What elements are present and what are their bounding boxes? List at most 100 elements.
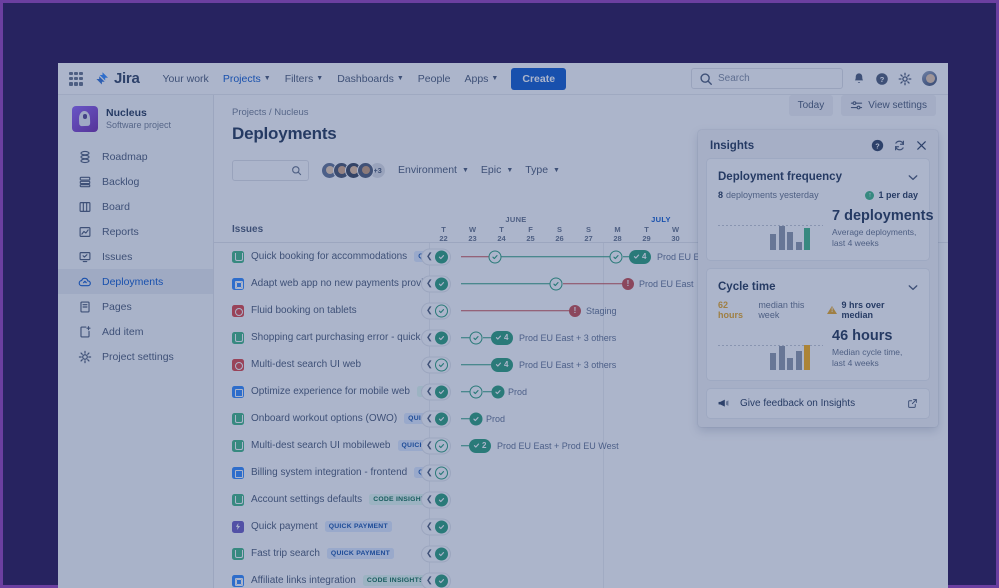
deployment-track[interactable]: ❮ xyxy=(421,513,948,540)
deployment-start-pill[interactable]: ❮ xyxy=(421,275,451,292)
app-switcher-icon[interactable] xyxy=(68,71,84,87)
chevron-down-icon[interactable] xyxy=(908,168,918,186)
deployment-node-success[interactable] xyxy=(434,331,448,344)
deployment-node-success[interactable] xyxy=(469,412,483,425)
assignee-avatar-stack[interactable]: +3 xyxy=(321,161,386,179)
deployment-track[interactable]: ❮ xyxy=(421,459,948,486)
deployment-start-pill[interactable]: ❮ xyxy=(421,356,451,373)
deployment-count-chip[interactable]: 4 xyxy=(629,249,652,264)
deployment-node-pending[interactable] xyxy=(434,466,448,479)
filter-epic[interactable]: Epic ▼ xyxy=(481,164,513,176)
notifications-icon[interactable] xyxy=(852,72,866,86)
deployment-node-success[interactable] xyxy=(434,493,448,506)
chevron-down-icon[interactable] xyxy=(908,278,918,296)
filter-environment[interactable]: Environment ▼ xyxy=(398,164,469,176)
deployment-track[interactable]: ❮ xyxy=(421,486,948,513)
deployment-start-pill[interactable]: ❮ xyxy=(421,383,451,400)
deployment-node-pending[interactable] xyxy=(609,250,623,263)
project-header[interactable]: Nucleus Software project xyxy=(58,106,213,144)
deployment-start-pill[interactable]: ❮ xyxy=(421,410,451,427)
deployment-node-success[interactable] xyxy=(434,385,448,398)
issue-cell[interactable]: Onboard workout options (OWO) QUICK I xyxy=(214,412,429,425)
sidebar-item-deployments[interactable]: Deployments xyxy=(58,269,213,294)
nav-filters[interactable]: Filters ▼ xyxy=(278,67,331,91)
issue-cell[interactable]: Fast trip search QUICK PAYMENT xyxy=(214,547,429,560)
deployment-start-pill[interactable]: ❮ xyxy=(421,248,451,265)
issue-search-input[interactable] xyxy=(232,159,309,181)
help-icon[interactable]: ? xyxy=(875,72,889,86)
issue-cell[interactable]: Shopping cart purchasing error - quick f… xyxy=(214,331,429,344)
table-row[interactable]: Billing system integration - frontend QU… xyxy=(214,459,948,486)
issue-cell[interactable]: Fluid booking on tablets xyxy=(214,304,429,317)
deployment-node-success[interactable] xyxy=(434,574,448,587)
deployment-start-pill[interactable]: ❮ xyxy=(421,518,451,535)
create-button[interactable]: Create xyxy=(511,67,567,90)
deployment-track[interactable]: ❮ 2 Prod EU East + Prod EU West xyxy=(421,432,948,459)
nav-projects[interactable]: Projects ▼ xyxy=(216,67,278,98)
insight-card-deployment-frequency[interactable]: Deployment frequency 8 deployments yeste… xyxy=(707,159,934,260)
issue-cell[interactable]: Adapt web app no new payments provider xyxy=(214,277,429,290)
view-settings-button[interactable]: View settings xyxy=(841,95,936,116)
deployment-node-success[interactable] xyxy=(434,277,448,290)
sidebar-item-backlog[interactable]: Backlog xyxy=(58,169,213,194)
deployment-node-success[interactable] xyxy=(434,412,448,425)
sidebar-item-pages[interactable]: Pages xyxy=(58,294,213,319)
nav-dashboards[interactable]: Dashboards ▼ xyxy=(330,67,411,91)
deployment-start-pill[interactable]: ❮ xyxy=(421,572,451,588)
table-row[interactable]: Fast trip search QUICK PAYMENT ❮ xyxy=(214,540,948,567)
close-icon[interactable] xyxy=(915,139,928,152)
deployment-start-pill[interactable]: ❮ xyxy=(421,302,451,319)
refresh-icon[interactable] xyxy=(893,139,906,152)
issue-cell[interactable]: Multi-dest search UI web xyxy=(214,358,429,371)
deployment-start-pill[interactable]: ❮ xyxy=(421,329,451,346)
table-row[interactable]: Quick payment QUICK PAYMENT ❮ xyxy=(214,513,948,540)
issue-cell[interactable]: Quick payment QUICK PAYMENT xyxy=(214,520,429,533)
deployment-count-chip[interactable]: 4 xyxy=(491,330,514,345)
insight-card-cycle-time[interactable]: Cycle time 62 hours median this week 9 h… xyxy=(707,268,929,380)
jira-logo[interactable]: Jira xyxy=(94,70,140,87)
issue-cell[interactable]: Quick booking for accommodations QUICK xyxy=(214,250,429,263)
global-search-input[interactable]: Search xyxy=(691,68,843,89)
table-row[interactable]: Affiliate links integration CODE INSIGHT… xyxy=(214,567,948,588)
nav-your-work[interactable]: Your work xyxy=(156,67,216,91)
deployment-start-pill[interactable]: ❮ xyxy=(421,437,451,454)
deployment-start-pill[interactable]: ❮ xyxy=(421,545,451,562)
sidebar-item-project-settings[interactable]: Project settings xyxy=(58,344,213,369)
deployment-track[interactable]: ❮ xyxy=(421,567,948,588)
deployment-node-pending[interactable] xyxy=(469,385,483,398)
user-avatar[interactable] xyxy=(921,70,938,87)
deployment-node-pending[interactable] xyxy=(434,304,448,317)
issue-cell[interactable]: Billing system integration - frontend QU… xyxy=(214,466,429,479)
table-row[interactable]: Multi-dest search UI mobileweb QUICK P ❮ xyxy=(214,432,948,459)
issue-cell[interactable]: Affiliate links integration CODE INSIGHT… xyxy=(214,574,429,587)
deployment-count-chip[interactable]: 2 xyxy=(469,438,492,453)
settings-icon[interactable] xyxy=(898,72,912,86)
avatar[interactable] xyxy=(357,161,374,179)
help-icon[interactable]: ? xyxy=(871,139,884,152)
give-feedback-row[interactable]: Give feedback on Insights xyxy=(707,388,929,418)
deployment-node-pending[interactable] xyxy=(434,439,448,452)
external-link-icon[interactable] xyxy=(907,398,918,409)
deployment-node-success[interactable] xyxy=(434,547,448,560)
nav-people[interactable]: People xyxy=(411,67,458,91)
deployment-node-pending[interactable] xyxy=(469,331,483,344)
deployment-count-chip[interactable]: 4 xyxy=(491,357,514,372)
sidebar-item-roadmap[interactable]: Roadmap xyxy=(58,144,213,169)
deployment-node-success[interactable] xyxy=(434,250,448,263)
deployment-node-pending[interactable] xyxy=(434,358,448,371)
issue-cell[interactable]: Optimize experience for mobile web CODE xyxy=(214,385,429,398)
table-row[interactable]: Account settings defaults CODE INSIGHTS … xyxy=(214,486,948,513)
deployment-start-pill[interactable]: ❮ xyxy=(421,491,451,508)
deployment-node-pending[interactable] xyxy=(488,250,502,263)
deployment-track[interactable]: ❮ xyxy=(421,540,948,567)
sidebar-item-reports[interactable]: Reports xyxy=(58,219,213,244)
deployment-node-failed[interactable]: ! xyxy=(622,277,634,290)
deployment-node-failed[interactable]: ! xyxy=(569,304,581,317)
deployment-node-success[interactable] xyxy=(491,385,505,398)
sidebar-item-board[interactable]: Board xyxy=(58,194,213,219)
today-button[interactable]: Today xyxy=(788,95,834,116)
nav-apps[interactable]: Apps ▼ xyxy=(457,67,505,91)
issue-cell[interactable]: Multi-dest search UI mobileweb QUICK P xyxy=(214,439,429,452)
deployment-node-pending[interactable] xyxy=(549,277,563,290)
sidebar-item-add-item[interactable]: Add item xyxy=(58,319,213,344)
